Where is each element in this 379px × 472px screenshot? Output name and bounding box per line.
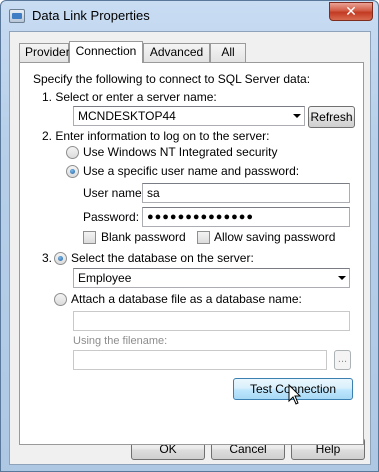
tab-advanced[interactable]: Advanced — [143, 43, 210, 62]
filename-label: Using the filename: — [73, 335, 168, 347]
select-database-label[interactable]: Select the database on the server: — [71, 251, 254, 265]
title-bar[interactable]: Data Link Properties ✕ — [1, 1, 378, 31]
close-button[interactable]: ✕ — [329, 2, 373, 21]
step2-label: 2. Enter information to log on to the se… — [42, 129, 270, 143]
specific-user-label[interactable]: Use a specific user name and password: — [83, 164, 299, 178]
tab-connection[interactable]: Connection — [69, 41, 143, 63]
intro-text: Specify the following to connect to SQL … — [33, 72, 311, 86]
step3-label: 3. — [42, 251, 53, 265]
tab-all[interactable]: All — [210, 43, 246, 62]
blank-password-label[interactable]: Blank password — [101, 230, 186, 244]
nt-security-label[interactable]: Use Windows NT Integrated security — [83, 145, 278, 159]
allow-saving-password-checkbox[interactable] — [197, 231, 210, 244]
browse-button[interactable]: ... — [334, 350, 351, 370]
chevron-down-icon[interactable] — [338, 276, 346, 280]
tab-provider[interactable]: Provider — [19, 43, 70, 62]
data-link-app-icon — [9, 9, 25, 23]
nt-security-radio[interactable] — [66, 146, 79, 159]
database-value: Employee — [78, 271, 132, 285]
password-label: Password: — [83, 210, 140, 224]
attach-database-label[interactable]: Attach a database file as a database nam… — [71, 292, 302, 306]
dialog-client-area: Provider Connection Advanced All Specify… — [9, 31, 371, 465]
mouse-pointer-icon — [288, 384, 302, 405]
password-input[interactable]: ●●●●●●●●●●●●●● — [142, 207, 350, 227]
username-input[interactable]: sa — [142, 183, 350, 203]
attach-database-radio[interactable] — [54, 293, 67, 306]
server-name-combobox[interactable]: MCNDESKTOP44 — [73, 106, 305, 126]
allow-saving-password-label[interactable]: Allow saving password — [214, 230, 335, 244]
filename-input[interactable] — [73, 350, 327, 370]
username-label: User name: — [83, 186, 146, 200]
dialog-window: Data Link Properties ✕ Provider Connecti… — [0, 0, 379, 472]
attach-database-name-input[interactable] — [73, 311, 350, 331]
blank-password-checkbox[interactable] — [83, 231, 96, 244]
window-title: Data Link Properties — [32, 8, 150, 23]
server-name-value: MCNDESKTOP44 — [78, 109, 176, 123]
close-icon: ✕ — [345, 3, 357, 19]
step1-label: 1. Select or enter a server name: — [42, 90, 217, 104]
connection-panel: Specify the following to connect to SQL … — [19, 62, 364, 445]
refresh-button[interactable]: Refresh — [308, 106, 355, 128]
database-combobox[interactable]: Employee — [73, 268, 350, 288]
chevron-down-icon[interactable] — [293, 114, 301, 118]
specific-user-radio[interactable] — [66, 165, 79, 178]
select-database-radio[interactable] — [54, 252, 67, 265]
